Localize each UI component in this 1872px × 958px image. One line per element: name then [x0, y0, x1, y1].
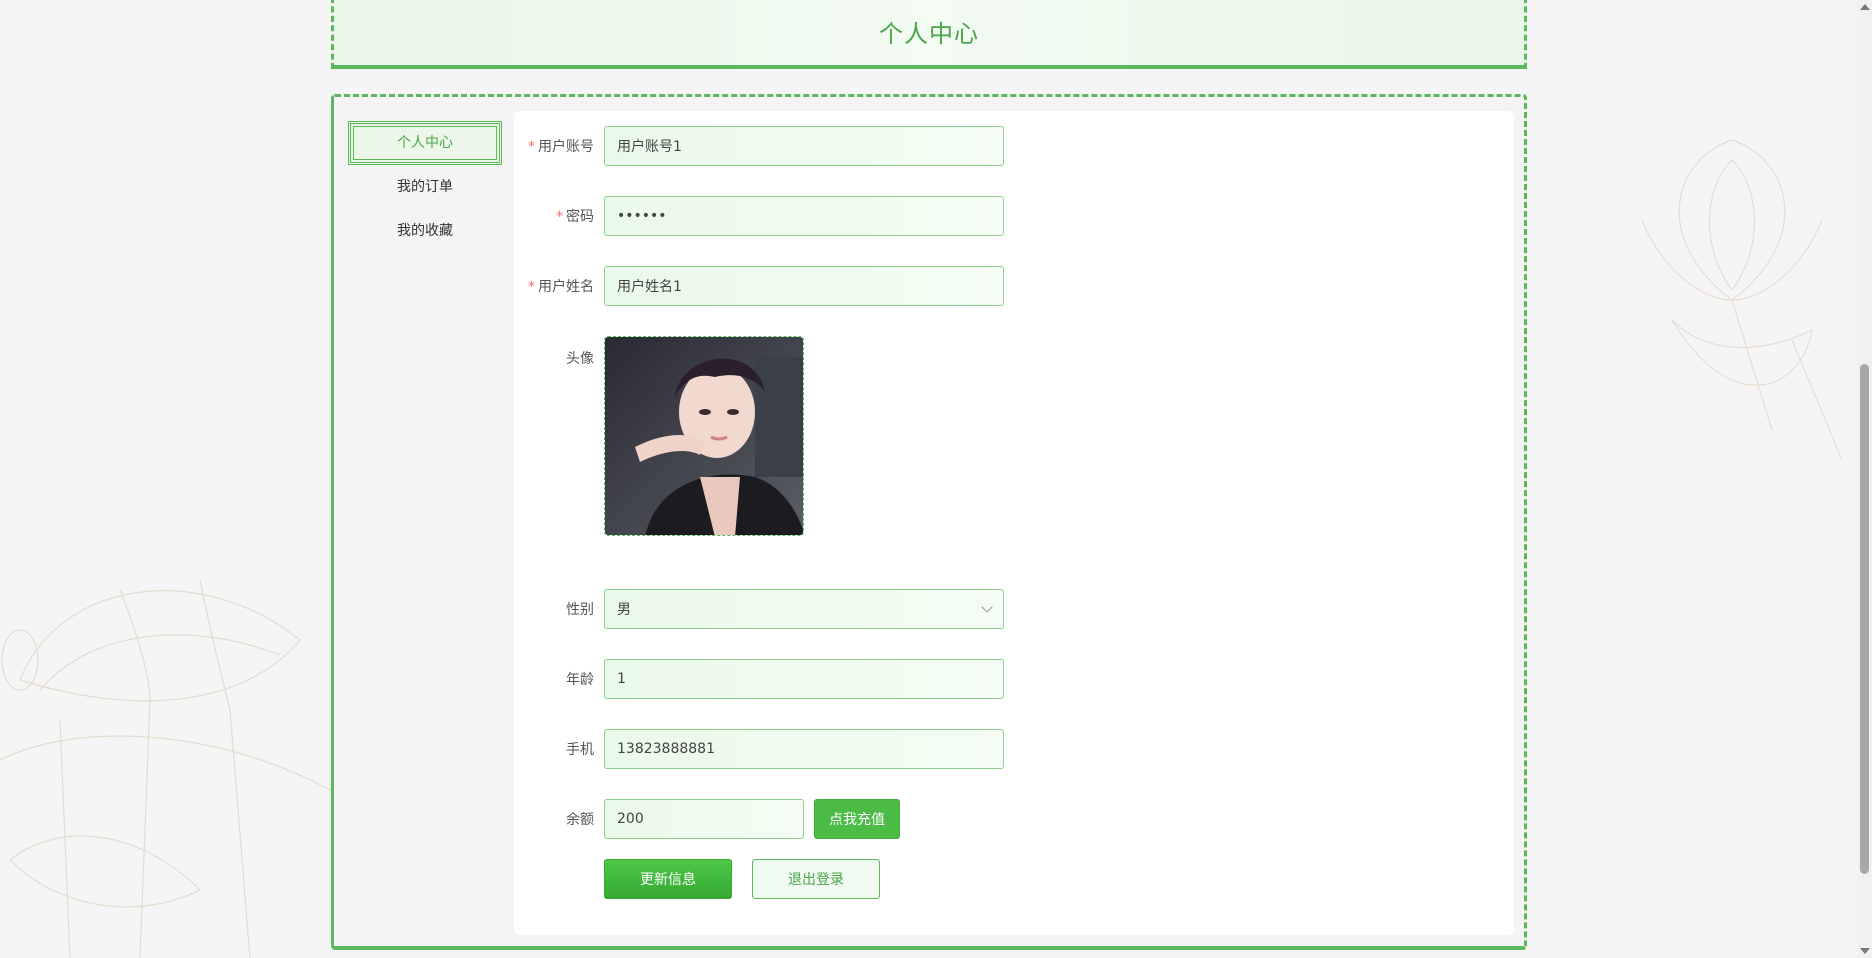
avatar-label: 头像 — [566, 351, 594, 367]
age-label: 年龄 — [566, 672, 594, 688]
name-row: * 用户姓名 — [514, 266, 1004, 306]
scroll-down-arrow-icon[interactable] — [1860, 948, 1870, 954]
flower-background-decoration — [1641, 139, 1843, 460]
account-input[interactable] — [604, 126, 1004, 166]
action-row: 更新信息 退出登录 — [604, 859, 880, 899]
gender-row: 性别 男 — [514, 589, 1004, 629]
balance-input[interactable] — [604, 799, 804, 839]
password-input[interactable] — [604, 196, 1004, 236]
main-container: 个人中心 我的订单 我的收藏 *用户账号 *密码 *用户姓名 头像 — [331, 94, 1527, 950]
phone-label: 手机 — [566, 742, 594, 758]
balance-label: 余额 — [566, 812, 594, 828]
avatar-row: 头像 — [514, 336, 804, 536]
side-menu: 个人中心 我的订单 我的收藏 — [348, 121, 502, 253]
password-row: * 密码 — [514, 196, 1004, 236]
page-scrollbar[interactable] — [1857, 0, 1872, 958]
avatar-upload[interactable] — [604, 336, 804, 536]
avatar-image — [605, 337, 803, 535]
age-row: 年龄 — [514, 659, 1004, 699]
menu-item-profile[interactable]: 个人中心 — [348, 121, 502, 165]
password-label: * 密码 — [556, 209, 594, 225]
gender-label: 性别 — [566, 602, 594, 618]
account-label: * 用户账号 — [528, 139, 594, 155]
logout-button[interactable]: 退出登录 — [752, 859, 880, 899]
name-label: * 用户姓名 — [528, 279, 594, 295]
chevron-down-icon — [981, 601, 993, 613]
scroll-up-arrow-icon[interactable] — [1860, 4, 1870, 10]
balance-row: 余额 点我充值 — [514, 799, 900, 839]
account-row: * 用户账号 — [514, 126, 1004, 166]
recharge-button[interactable]: 点我充值 — [814, 799, 900, 839]
page-title: 个人中心 — [879, 19, 979, 48]
menu-item-favorites[interactable]: 我的收藏 — [348, 209, 502, 253]
required-mark: * — [556, 209, 563, 225]
gender-select[interactable]: 男 — [604, 589, 1004, 629]
phone-input[interactable] — [604, 729, 1004, 769]
menu-item-orders[interactable]: 我的订单 — [348, 165, 502, 209]
phone-row: 手机 — [514, 729, 1004, 769]
profile-form-panel: *用户账号 *密码 *用户姓名 头像 — [514, 111, 1514, 935]
required-mark: * — [528, 279, 535, 295]
gender-value: 男 — [617, 602, 631, 618]
update-info-button[interactable]: 更新信息 — [604, 859, 732, 899]
lotus-background-decoration — [0, 579, 330, 958]
required-mark: * — [528, 139, 535, 155]
name-input[interactable] — [604, 266, 1004, 306]
scroll-thumb[interactable] — [1860, 364, 1869, 874]
age-input[interactable] — [604, 659, 1004, 699]
page-title-banner: 个人中心 — [331, 0, 1527, 69]
